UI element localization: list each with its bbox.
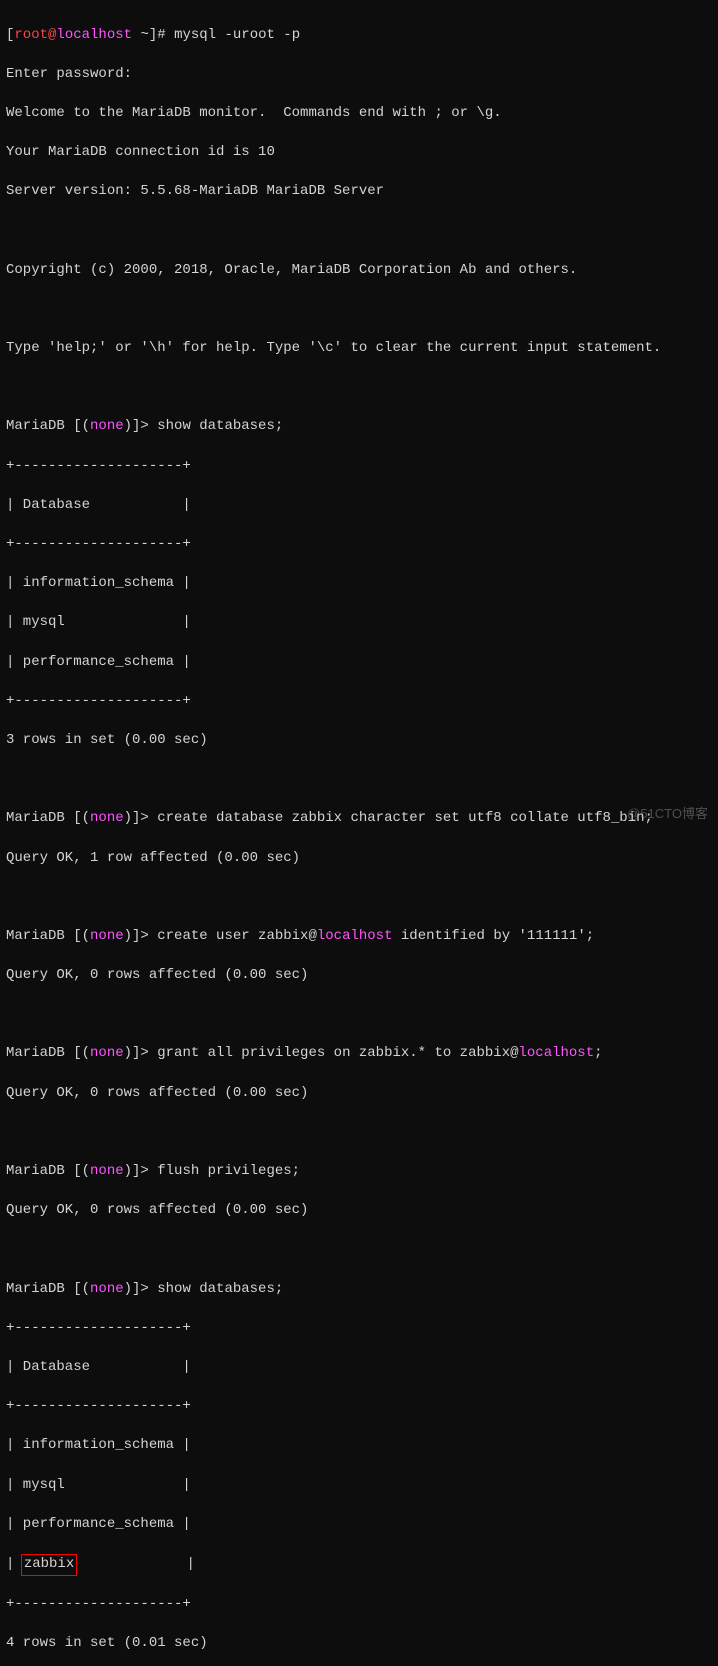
mariadb-prompt-line: MariaDB [(none)]> create database zabbix…: [6, 809, 712, 829]
mariadb-prompt-line: MariaDB [(none)]> show databases;: [6, 1280, 712, 1300]
result-line: Query OK, 1 row affected (0.00 sec): [6, 849, 712, 869]
shell-prompt-line: [root@localhost ~]# mysql -uroot -p: [6, 26, 712, 46]
table-header: | Database |: [6, 1358, 712, 1378]
blank-line: [6, 770, 712, 790]
output-line: Your MariaDB connection id is 10: [6, 143, 712, 163]
table-row: | information_schema |: [6, 574, 712, 594]
output-line: Server version: 5.5.68-MariaDB MariaDB S…: [6, 182, 712, 202]
mariadb-prompt-line: MariaDB [(none)]> create user zabbix@loc…: [6, 927, 712, 947]
table-row: | performance_schema |: [6, 653, 712, 673]
table-header: | Database |: [6, 496, 712, 516]
blank-line: [6, 222, 712, 242]
mariadb-prompt-line: MariaDB [(none)]> flush privileges;: [6, 1162, 712, 1182]
terminal-output[interactable]: [root@localhost ~]# mysql -uroot -p Ente…: [6, 6, 712, 1666]
blank-line: [6, 1240, 712, 1260]
table-row-highlighted: | zabbix |: [6, 1554, 712, 1576]
output-line: Enter password:: [6, 65, 712, 85]
output-line: Welcome to the MariaDB monitor. Commands…: [6, 104, 712, 124]
result-line: Query OK, 0 rows affected (0.00 sec): [6, 1201, 712, 1221]
table-border: +--------------------+: [6, 457, 712, 477]
blank-line: [6, 1005, 712, 1025]
table-row: | performance_schema |: [6, 1515, 712, 1535]
result-line: Query OK, 0 rows affected (0.00 sec): [6, 966, 712, 986]
blank-line: [6, 888, 712, 908]
zabbix-highlight: zabbix: [21, 1554, 77, 1576]
table-row: | information_schema |: [6, 1436, 712, 1456]
table-border: +--------------------+: [6, 1397, 712, 1417]
mariadb-prompt-line: MariaDB [(none)]> show databases;: [6, 417, 712, 437]
table-row: | mysql |: [6, 1476, 712, 1496]
result-line: Query OK, 0 rows affected (0.00 sec): [6, 1084, 712, 1104]
table-border: +--------------------+: [6, 535, 712, 555]
blank-line: [6, 300, 712, 320]
blank-line: [6, 378, 712, 398]
output-line: Type 'help;' or '\h' for help. Type '\c'…: [6, 339, 712, 359]
result-line: 4 rows in set (0.01 sec): [6, 1634, 712, 1654]
output-line: Copyright (c) 2000, 2018, Oracle, MariaD…: [6, 261, 712, 281]
watermark-text: @51CTO博客: [627, 805, 708, 823]
table-border: +--------------------+: [6, 692, 712, 712]
table-border: +--------------------+: [6, 1319, 712, 1339]
table-border: +--------------------+: [6, 1595, 712, 1615]
blank-line: [6, 1123, 712, 1143]
result-line: 3 rows in set (0.00 sec): [6, 731, 712, 751]
table-row: | mysql |: [6, 613, 712, 633]
mariadb-prompt-line: MariaDB [(none)]> grant all privileges o…: [6, 1044, 712, 1064]
